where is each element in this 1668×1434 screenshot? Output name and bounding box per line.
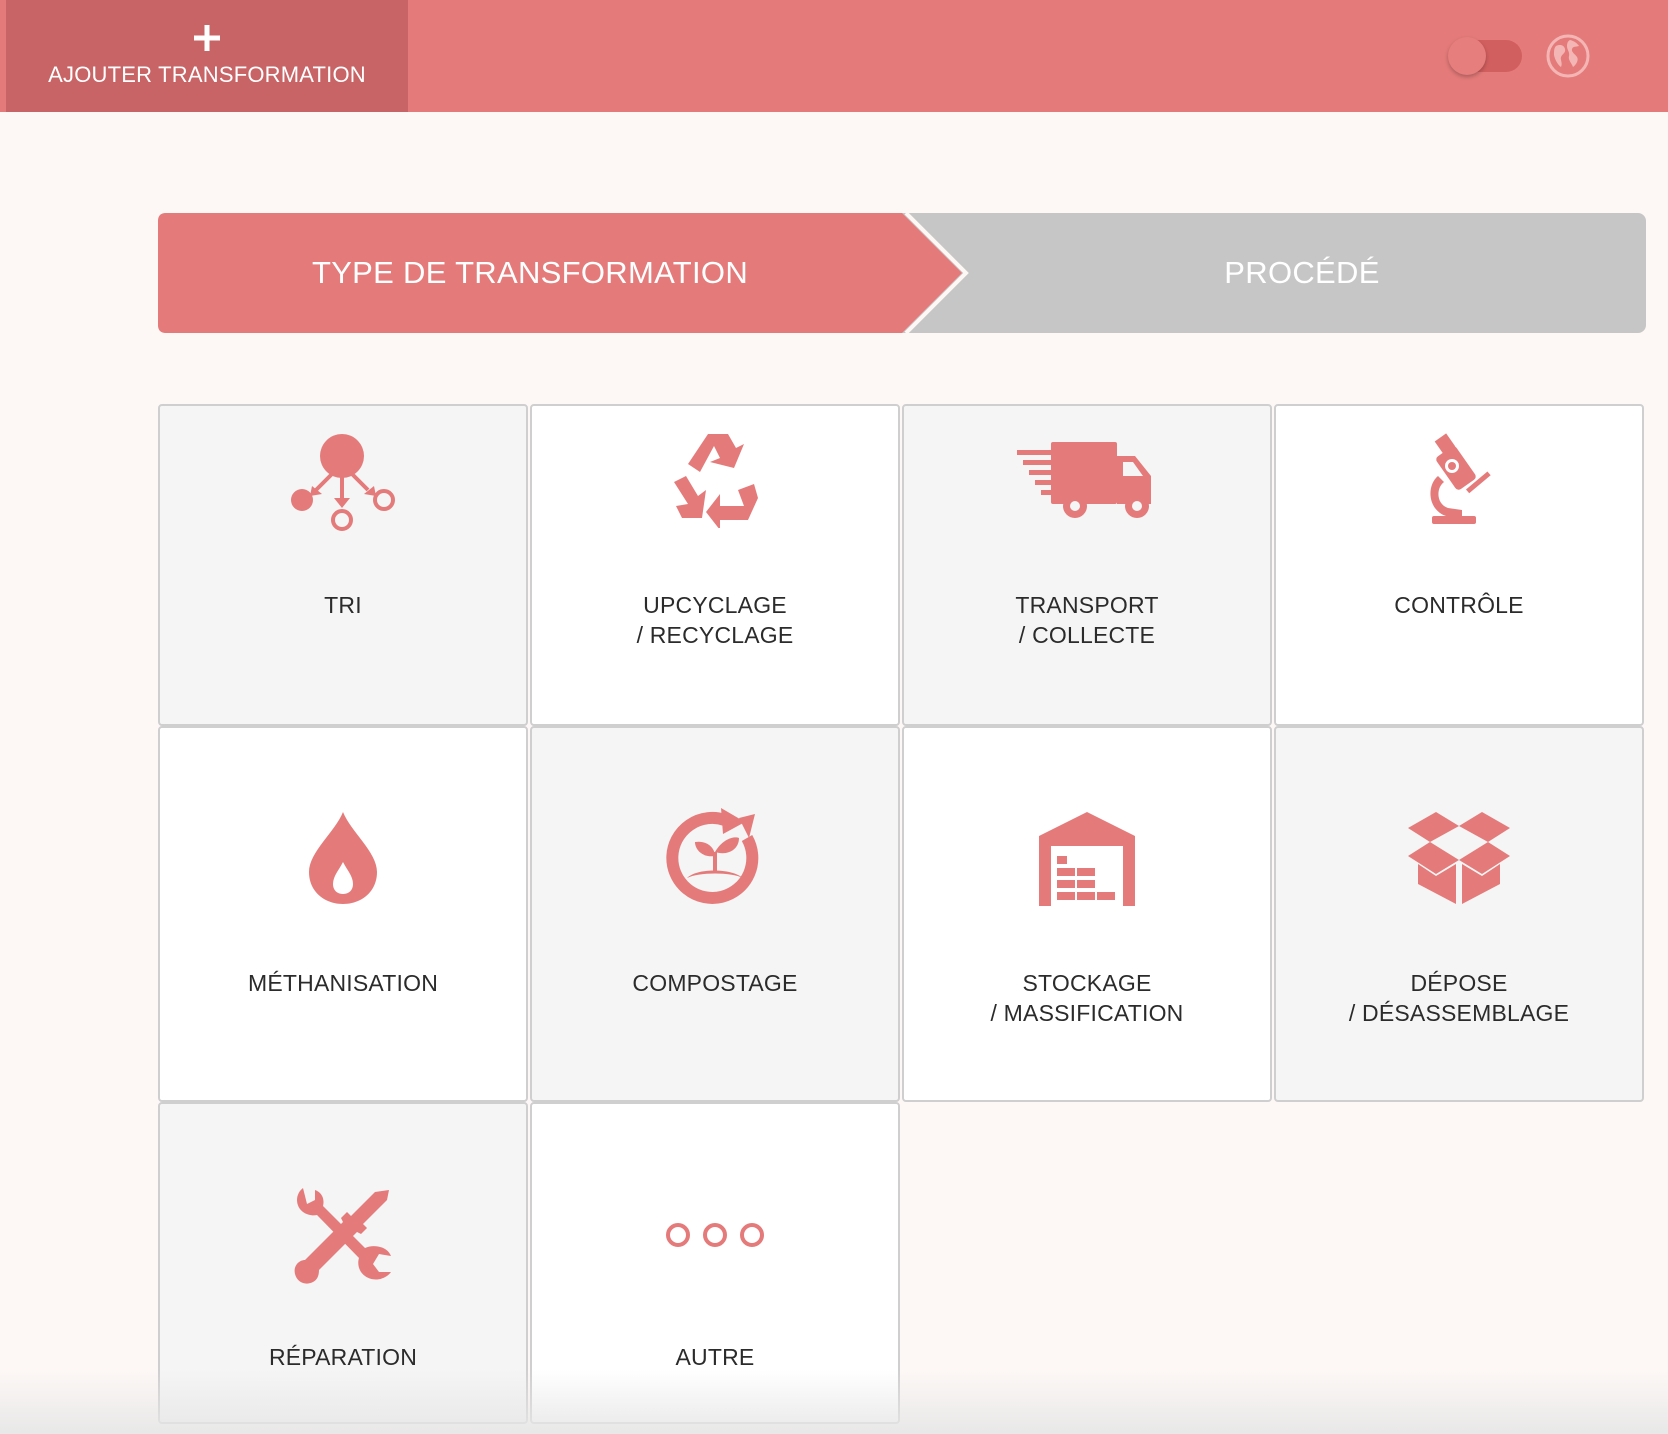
card-label: MÉTHANISATION [247, 970, 438, 996]
recycle-icon [674, 434, 758, 528]
plus-icon [194, 25, 220, 51]
card-label: CONTRÔLE [1394, 592, 1524, 618]
tools-icon [294, 1188, 391, 1284]
microscope-icon [1430, 433, 1491, 524]
card-stockage-massification[interactable]: STOCKAGE / MASSIFICATION [902, 726, 1272, 1102]
warehouse-icon [1039, 812, 1135, 906]
card-label: STOCKAGE / MASSIFICATION [990, 970, 1184, 1026]
card-upcyclage-recyclage[interactable]: UPCYCLAGE / RECYCLAGE [530, 404, 900, 726]
card-autre[interactable]: AUTRE [530, 1102, 900, 1424]
card-label: UPCYCLAGE / RECYCLAGE [636, 592, 794, 648]
card-controle[interactable]: CONTRÔLE [1274, 404, 1644, 726]
sorting-icon [291, 434, 395, 531]
card-reparation[interactable]: RÉPARATION [158, 1102, 528, 1424]
card-depose-desassemblage[interactable]: DÉPOSE / DÉSASSEMBLAGE [1274, 726, 1644, 1102]
toggle-knob [1448, 37, 1486, 75]
card-methanisation[interactable]: MÉTHANISATION [158, 726, 528, 1102]
add-transformation-button[interactable]: AJOUTER TRANSFORMATION [6, 0, 408, 112]
toggle-switch[interactable] [1448, 37, 1522, 75]
step-procede[interactable]: PROCÉDÉ [958, 213, 1646, 333]
compost-icon [666, 808, 759, 904]
card-label: TRANSPORT / COLLECTE [1015, 592, 1159, 648]
truck-icon [1017, 442, 1151, 518]
card-transport-collecte[interactable]: TRANSPORT / COLLECTE [902, 404, 1272, 726]
card-label: AUTRE [675, 1344, 755, 1370]
card-tri[interactable]: TRI [158, 404, 528, 726]
card-label: RÉPARATION [268, 1344, 418, 1370]
more-dots-icon [666, 1223, 764, 1247]
card-label: DÉPOSE / DÉSASSEMBLAGE [1348, 970, 1570, 1026]
add-transformation-label: AJOUTER TRANSFORMATION [48, 62, 366, 87]
card-label: TRI [324, 592, 362, 618]
globe-icon[interactable] [1546, 34, 1590, 78]
card-compostage[interactable]: COMPOSTAGE [530, 726, 900, 1102]
top-bar: AJOUTER TRANSFORMATION [0, 0, 1668, 112]
flame-drop-icon [309, 812, 377, 904]
card-label: COMPOSTAGE [632, 970, 798, 996]
stepper: TYPE DE TRANSFORMATION PROCÉDÉ [158, 213, 1646, 333]
open-box-icon [1408, 812, 1510, 904]
step-type-de-transformation[interactable]: TYPE DE TRANSFORMATION [158, 213, 902, 333]
